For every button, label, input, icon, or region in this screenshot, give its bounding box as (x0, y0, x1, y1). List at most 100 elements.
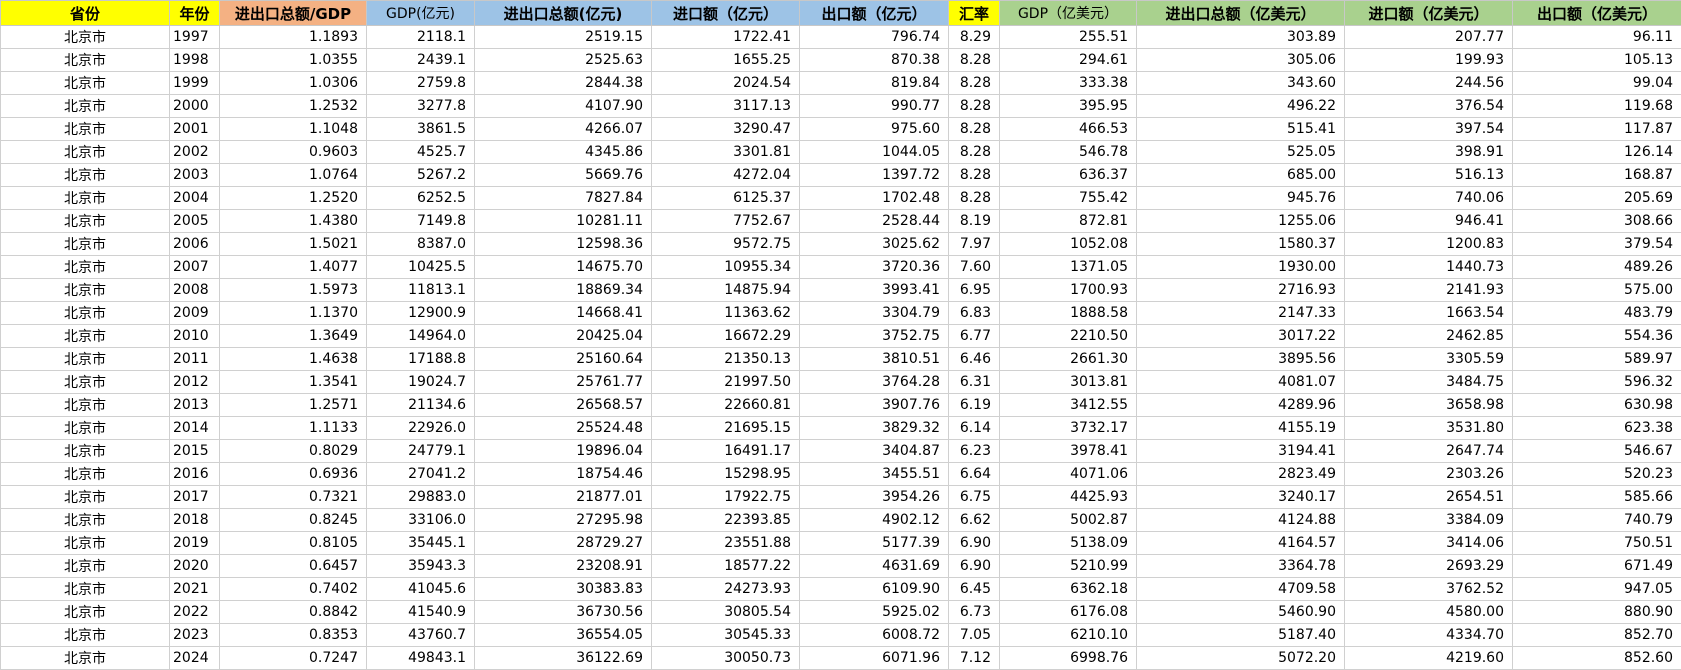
cell-exports-cny[interactable]: 975.60 (800, 118, 949, 141)
cell-imports-cny[interactable]: 16672.29 (652, 325, 800, 348)
cell-province[interactable]: 北京市 (1, 49, 170, 72)
cell-exports-usd[interactable]: 205.69 (1513, 187, 1681, 210)
cell-imports-cny[interactable]: 16491.17 (652, 440, 800, 463)
cell-gdp-usd[interactable]: 5002.87 (1000, 509, 1137, 532)
column-header-exports-cny[interactable]: 出口额（亿元） (800, 1, 949, 26)
cell-exports-cny[interactable]: 3764.28 (800, 371, 949, 394)
cell-year[interactable]: 2011 (170, 348, 220, 371)
cell-imports-usd[interactable]: 3384.09 (1345, 509, 1513, 532)
cell-total-trade-usd[interactable]: 2716.93 (1137, 279, 1345, 302)
cell-exchange-rate[interactable]: 8.29 (949, 26, 1000, 49)
cell-exchange-rate[interactable]: 6.75 (949, 486, 1000, 509)
cell-total-trade-cny[interactable]: 5669.76 (475, 164, 652, 187)
column-header-total-trade-usd[interactable]: 进出口总额（亿美元） (1137, 1, 1345, 26)
cell-exports-usd[interactable]: 168.87 (1513, 164, 1681, 187)
cell-total-trade-cny[interactable]: 36554.05 (475, 624, 652, 647)
cell-gdp-usd[interactable]: 2661.30 (1000, 348, 1137, 371)
cell-imports-usd[interactable]: 946.41 (1345, 210, 1513, 233)
cell-gdp-usd[interactable]: 4071.06 (1000, 463, 1137, 486)
cell-gdp-usd[interactable]: 1371.05 (1000, 256, 1137, 279)
cell-gdp-cny[interactable]: 33106.0 (367, 509, 475, 532)
cell-trade-gdp-ratio[interactable]: 0.7321 (220, 486, 367, 509)
cell-total-trade-usd[interactable]: 4289.96 (1137, 394, 1345, 417)
cell-imports-cny[interactable]: 24273.93 (652, 578, 800, 601)
cell-exports-usd[interactable]: 671.49 (1513, 555, 1681, 578)
cell-imports-cny[interactable]: 21997.50 (652, 371, 800, 394)
cell-trade-gdp-ratio[interactable]: 1.5973 (220, 279, 367, 302)
cell-imports-usd[interactable]: 516.13 (1345, 164, 1513, 187)
cell-year[interactable]: 2000 (170, 95, 220, 118)
cell-trade-gdp-ratio[interactable]: 1.5021 (220, 233, 367, 256)
cell-gdp-cny[interactable]: 10425.5 (367, 256, 475, 279)
cell-total-trade-usd[interactable]: 5460.90 (1137, 601, 1345, 624)
cell-gdp-cny[interactable]: 8387.0 (367, 233, 475, 256)
cell-total-trade-usd[interactable]: 1580.37 (1137, 233, 1345, 256)
cell-province[interactable]: 北京市 (1, 555, 170, 578)
cell-total-trade-usd[interactable]: 496.22 (1137, 95, 1345, 118)
cell-exports-cny[interactable]: 3304.79 (800, 302, 949, 325)
cell-exchange-rate[interactable]: 8.28 (949, 118, 1000, 141)
cell-gdp-usd[interactable]: 546.78 (1000, 141, 1137, 164)
cell-imports-cny[interactable]: 4272.04 (652, 164, 800, 187)
cell-province[interactable]: 北京市 (1, 302, 170, 325)
cell-imports-usd[interactable]: 3762.52 (1345, 578, 1513, 601)
cell-gdp-usd[interactable]: 3732.17 (1000, 417, 1137, 440)
cell-province[interactable]: 北京市 (1, 440, 170, 463)
cell-exports-cny[interactable]: 4631.69 (800, 555, 949, 578)
cell-gdp-cny[interactable]: 2439.1 (367, 49, 475, 72)
cell-province[interactable]: 北京市 (1, 532, 170, 555)
cell-imports-cny[interactable]: 18577.22 (652, 555, 800, 578)
cell-gdp-usd[interactable]: 5138.09 (1000, 532, 1137, 555)
cell-total-trade-usd[interactable]: 343.60 (1137, 72, 1345, 95)
cell-total-trade-cny[interactable]: 18754.46 (475, 463, 652, 486)
cell-year[interactable]: 2013 (170, 394, 220, 417)
cell-exchange-rate[interactable]: 6.77 (949, 325, 1000, 348)
cell-imports-cny[interactable]: 3290.47 (652, 118, 800, 141)
cell-total-trade-usd[interactable]: 3194.41 (1137, 440, 1345, 463)
cell-gdp-cny[interactable]: 27041.2 (367, 463, 475, 486)
cell-exchange-rate[interactable]: 8.28 (949, 164, 1000, 187)
cell-exports-cny[interactable]: 3752.75 (800, 325, 949, 348)
cell-imports-cny[interactable]: 10955.34 (652, 256, 800, 279)
cell-province[interactable]: 北京市 (1, 187, 170, 210)
cell-exchange-rate[interactable]: 6.45 (949, 578, 1000, 601)
cell-gdp-usd[interactable]: 3978.41 (1000, 440, 1137, 463)
cell-total-trade-usd[interactable]: 685.00 (1137, 164, 1345, 187)
cell-province[interactable]: 北京市 (1, 486, 170, 509)
cell-exports-usd[interactable]: 379.54 (1513, 233, 1681, 256)
cell-imports-cny[interactable]: 9572.75 (652, 233, 800, 256)
cell-exports-usd[interactable]: 880.90 (1513, 601, 1681, 624)
cell-exports-cny[interactable]: 3829.32 (800, 417, 949, 440)
cell-imports-usd[interactable]: 3658.98 (1345, 394, 1513, 417)
cell-exchange-rate[interactable]: 6.73 (949, 601, 1000, 624)
cell-year[interactable]: 2023 (170, 624, 220, 647)
cell-exports-usd[interactable]: 575.00 (1513, 279, 1681, 302)
cell-exports-cny[interactable]: 1702.48 (800, 187, 949, 210)
column-header-exports-usd[interactable]: 出口额（亿美元） (1513, 1, 1681, 26)
cell-total-trade-cny[interactable]: 4107.90 (475, 95, 652, 118)
cell-imports-usd[interactable]: 2647.74 (1345, 440, 1513, 463)
cell-total-trade-cny[interactable]: 4266.07 (475, 118, 652, 141)
cell-gdp-cny[interactable]: 4525.7 (367, 141, 475, 164)
cell-gdp-cny[interactable]: 29883.0 (367, 486, 475, 509)
cell-total-trade-usd[interactable]: 4164.57 (1137, 532, 1345, 555)
cell-total-trade-cny[interactable]: 30383.83 (475, 578, 652, 601)
cell-exchange-rate[interactable]: 6.90 (949, 555, 1000, 578)
cell-province[interactable]: 北京市 (1, 348, 170, 371)
cell-imports-cny[interactable]: 21350.13 (652, 348, 800, 371)
cell-trade-gdp-ratio[interactable]: 1.0355 (220, 49, 367, 72)
cell-trade-gdp-ratio[interactable]: 0.6936 (220, 463, 367, 486)
cell-year[interactable]: 2007 (170, 256, 220, 279)
cell-total-trade-usd[interactable]: 3017.22 (1137, 325, 1345, 348)
cell-exports-cny[interactable]: 990.77 (800, 95, 949, 118)
cell-imports-usd[interactable]: 4580.00 (1345, 601, 1513, 624)
cell-imports-cny[interactable]: 30805.54 (652, 601, 800, 624)
cell-total-trade-usd[interactable]: 4124.88 (1137, 509, 1345, 532)
cell-exchange-rate[interactable]: 6.46 (949, 348, 1000, 371)
cell-exports-usd[interactable]: 96.11 (1513, 26, 1681, 49)
cell-gdp-usd[interactable]: 466.53 (1000, 118, 1137, 141)
cell-year[interactable]: 2020 (170, 555, 220, 578)
cell-total-trade-cny[interactable]: 23208.91 (475, 555, 652, 578)
cell-gdp-cny[interactable]: 7149.8 (367, 210, 475, 233)
cell-gdp-usd[interactable]: 6176.08 (1000, 601, 1137, 624)
